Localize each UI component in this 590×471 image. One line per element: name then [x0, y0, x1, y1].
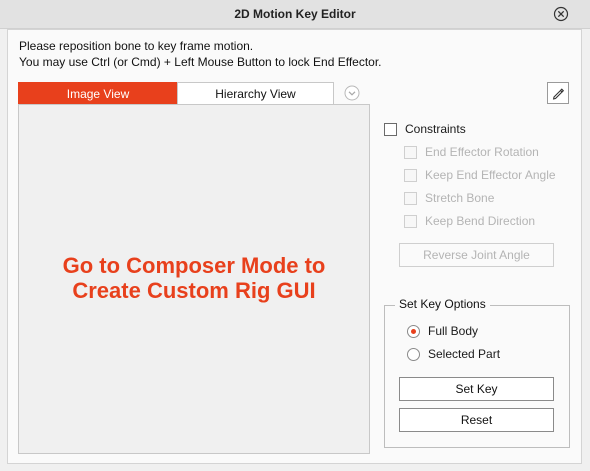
full-body-radio[interactable]	[407, 325, 420, 338]
constraints-checkbox[interactable]	[384, 123, 397, 136]
end-effector-rotation-label: End Effector Rotation	[425, 145, 539, 159]
message-line-1: Go to Composer Mode to	[62, 253, 326, 278]
message-line-2: Create Custom Rig GUI	[72, 278, 316, 303]
reset-button[interactable]: Reset	[399, 408, 554, 432]
keep-end-effector-angle-checkbox[interactable]	[404, 169, 417, 182]
window-title: 2D Motion Key Editor	[234, 7, 356, 21]
chevron-down-circle-icon	[344, 85, 360, 101]
instruction-line-1: Please reposition bone to key frame moti…	[19, 39, 254, 53]
stretch-bone-checkbox[interactable]	[404, 192, 417, 205]
selected-part-radio[interactable]	[407, 348, 420, 361]
instruction-line-2: You may use Ctrl (or Cmd) + Left Mouse B…	[19, 55, 382, 69]
end-effector-rotation-checkbox[interactable]	[404, 146, 417, 159]
keep-bend-direction-label: Keep Bend Direction	[425, 214, 536, 228]
stretch-bone-label: Stretch Bone	[425, 191, 495, 205]
constraints-label: Constraints	[405, 122, 466, 136]
keep-end-effector-angle-label: Keep End Effector Angle	[425, 168, 556, 182]
tab-image-view[interactable]: Image View	[18, 82, 178, 105]
selected-part-label: Selected Part	[428, 347, 501, 361]
tab-hierarchy-view[interactable]: Hierarchy View	[177, 82, 334, 105]
pen-icon	[552, 88, 565, 100]
close-circle-icon	[553, 6, 569, 22]
set-key-button[interactable]: Set Key	[399, 377, 554, 401]
reverse-joint-angle-button[interactable]: Reverse Joint Angle	[399, 243, 554, 267]
pen-tool-button[interactable]	[547, 82, 569, 104]
view-dropdown-button[interactable]	[344, 85, 360, 101]
close-button[interactable]	[553, 6, 569, 22]
keep-bend-direction-checkbox[interactable]	[404, 215, 417, 228]
title-bar: 2D Motion Key Editor	[0, 0, 590, 29]
set-key-options-legend: Set Key Options	[395, 297, 490, 311]
composer-mode-message: Go to Composer Mode to Create Custom Rig…	[19, 253, 369, 303]
image-viewport[interactable]: Go to Composer Mode to Create Custom Rig…	[18, 104, 370, 454]
full-body-label: Full Body	[428, 324, 479, 338]
